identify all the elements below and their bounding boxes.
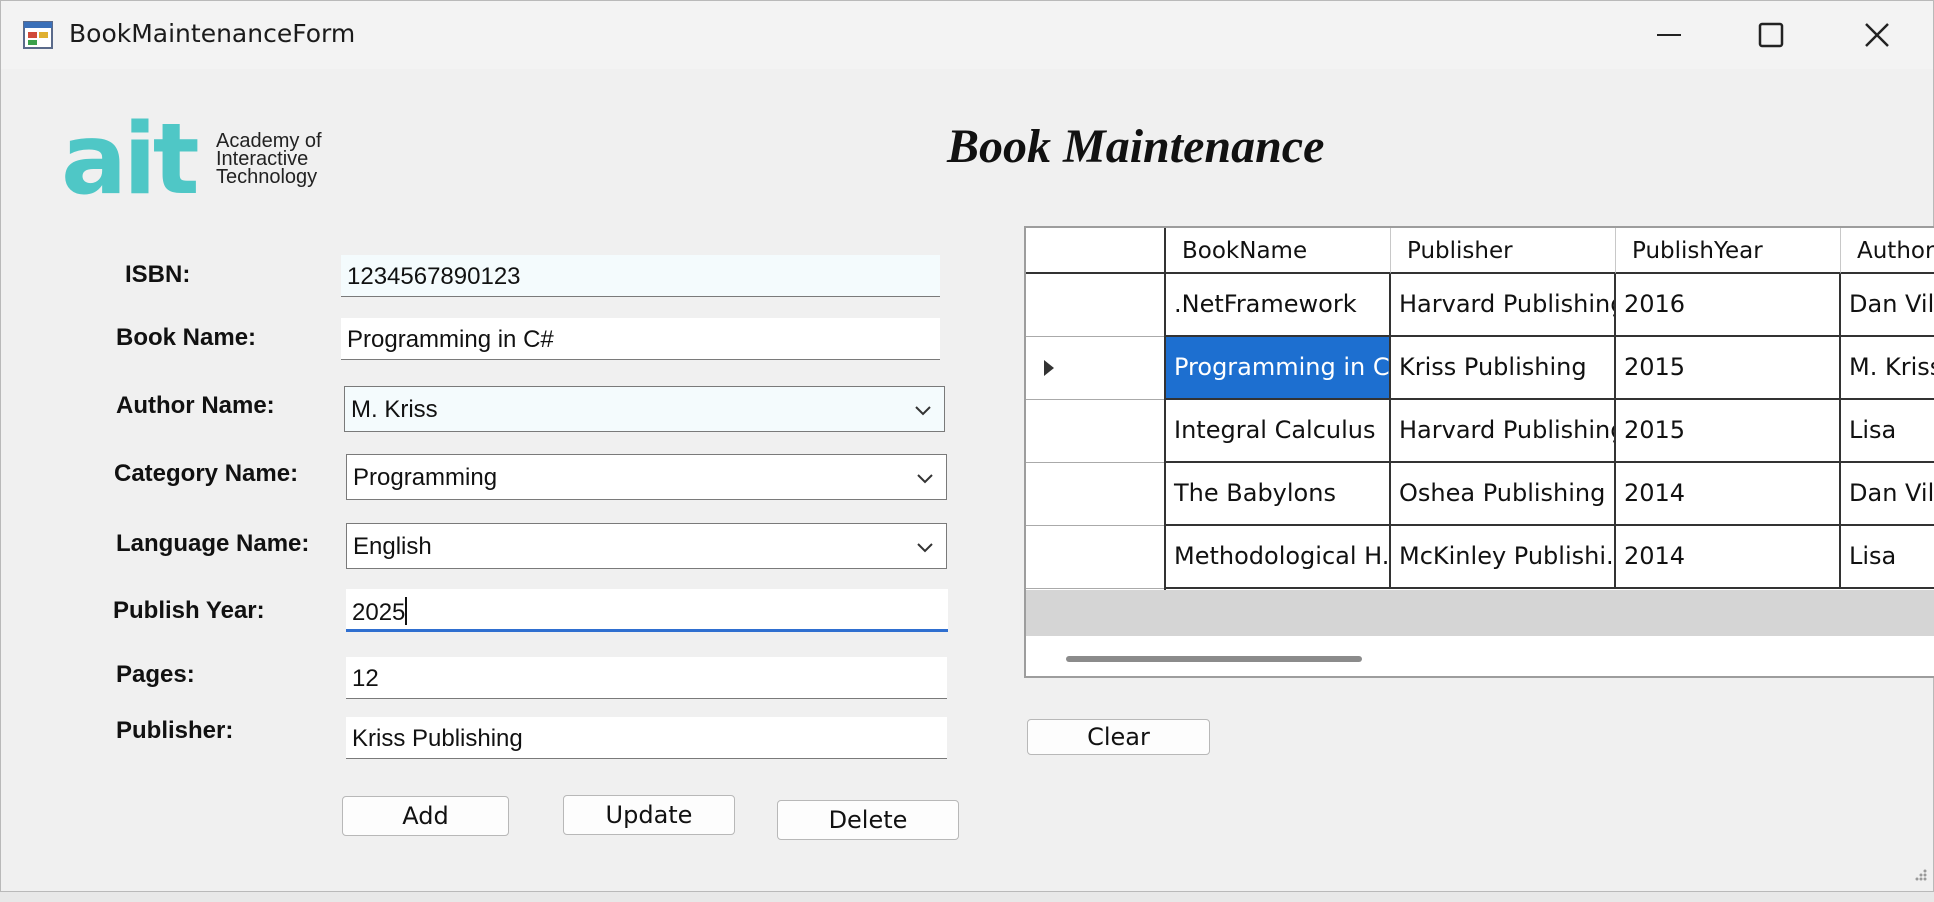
category-name-value: Programming	[353, 464, 498, 491]
delete-button[interactable]: Delete	[777, 800, 959, 840]
grid-cell[interactable]: The Babylons	[1166, 463, 1391, 526]
isbn-label: ISBN:	[125, 261, 191, 288]
chevron-down-icon[interactable]	[912, 399, 934, 421]
chevron-down-icon[interactable]	[914, 536, 936, 558]
close-button[interactable]	[1834, 1, 1920, 69]
grid-cell[interactable]: Oshea Publishing	[1391, 463, 1616, 526]
grid-cell[interactable]: Kriss Publishing	[1391, 337, 1616, 400]
grid-cell[interactable]: Methodological H...	[1166, 526, 1391, 589]
update-button[interactable]: Update	[563, 795, 735, 835]
minimize-icon	[1657, 34, 1681, 36]
minimize-button[interactable]	[1626, 1, 1712, 69]
grid-cell[interactable]: 2014	[1616, 526, 1841, 589]
book-maintenance-window: BookMaintenanceForm ait Academy of Inter…	[0, 0, 1934, 892]
publisher-label: Publisher:	[116, 717, 234, 744]
horizontal-scrollbar[interactable]	[1066, 656, 1362, 662]
maximize-button[interactable]	[1728, 1, 1814, 69]
grid-cell[interactable]: 2015	[1616, 337, 1841, 400]
logo-text: Academy of Interactive Technology	[216, 130, 322, 188]
grid-cell-selected[interactable]: Programming in C#	[1166, 337, 1391, 400]
books-data-grid[interactable]: BookName Publisher PublishYear Author .N…	[1024, 226, 1934, 678]
maximize-icon	[1758, 22, 1784, 48]
publish-year-label: Publish Year:	[113, 597, 265, 624]
author-name-value: M. Kriss	[351, 396, 438, 423]
book-name-label: Book Name:	[116, 324, 257, 351]
language-name-label: Language Name:	[116, 530, 310, 557]
grid-cell[interactable]: Integral Calculus	[1166, 400, 1391, 463]
isbn-field[interactable]: 1234567890123	[341, 255, 940, 297]
row-header[interactable]	[1026, 526, 1164, 589]
app-icon	[23, 21, 53, 49]
grid-empty-area	[1026, 590, 1934, 636]
grid-cell[interactable]: 2014	[1616, 463, 1841, 526]
row-header[interactable]	[1026, 274, 1164, 337]
row-header[interactable]	[1026, 337, 1164, 400]
grid-cell[interactable]: 2016	[1616, 274, 1841, 337]
grid-cell[interactable]: McKinley Publishi...	[1391, 526, 1616, 589]
category-name-label: Category Name:	[114, 460, 299, 487]
category-name-combobox[interactable]: Programming	[346, 454, 947, 500]
grid-corner-header[interactable]	[1026, 228, 1164, 274]
grid-cell[interactable]: Harvard Publishing	[1391, 274, 1616, 337]
publisher-field[interactable]: Kriss Publishing	[346, 717, 947, 759]
author-name-label: Author Name:	[116, 392, 275, 419]
row-header[interactable]	[1026, 463, 1164, 526]
publish-year-field[interactable]: 2025	[346, 589, 948, 632]
column-header-bookname[interactable]: BookName	[1166, 228, 1391, 274]
column-header-publishyear[interactable]: PublishYear	[1616, 228, 1841, 274]
logo-mark: ait	[61, 103, 200, 217]
column-header-publisher[interactable]: Publisher	[1391, 228, 1616, 274]
grid-cell[interactable]: 2015	[1616, 400, 1841, 463]
grid-cell[interactable]: Lisa	[1841, 400, 1934, 463]
clear-button[interactable]: Clear	[1027, 719, 1210, 755]
close-icon	[1865, 23, 1889, 47]
pages-field[interactable]: 12	[346, 657, 947, 699]
title-bar[interactable]: BookMaintenanceForm	[1, 1, 1933, 69]
grid-cell[interactable]: Dan Vill	[1841, 463, 1934, 526]
book-name-field[interactable]: Programming in C#	[341, 318, 940, 360]
text-caret	[405, 597, 408, 625]
language-name-combobox[interactable]: English	[346, 523, 947, 569]
window-title: BookMaintenanceForm	[69, 19, 356, 48]
grid-cell[interactable]: Harvard Publishing	[1391, 400, 1616, 463]
row-header-column	[1026, 228, 1166, 590]
grid-cell[interactable]: .NetFramework	[1166, 274, 1391, 337]
grid-cell[interactable]: Dan Vill	[1841, 274, 1934, 337]
row-header[interactable]	[1026, 400, 1164, 463]
grid-cell[interactable]: Lisa	[1841, 526, 1934, 589]
grid-cell[interactable]: M. Kriss	[1841, 337, 1934, 400]
chevron-down-icon[interactable]	[914, 467, 936, 489]
current-row-arrow-icon	[1044, 360, 1054, 376]
add-button[interactable]: Add	[342, 796, 509, 836]
resize-grip-icon[interactable]	[1909, 867, 1929, 887]
page-title: Book Maintenance	[947, 120, 1325, 173]
author-name-combobox[interactable]: M. Kriss	[344, 386, 945, 432]
ait-logo: ait Academy of Interactive Technology	[61, 103, 322, 217]
column-header-author[interactable]: Author	[1841, 228, 1934, 274]
language-name-value: English	[353, 533, 432, 560]
pages-label: Pages:	[116, 661, 195, 688]
